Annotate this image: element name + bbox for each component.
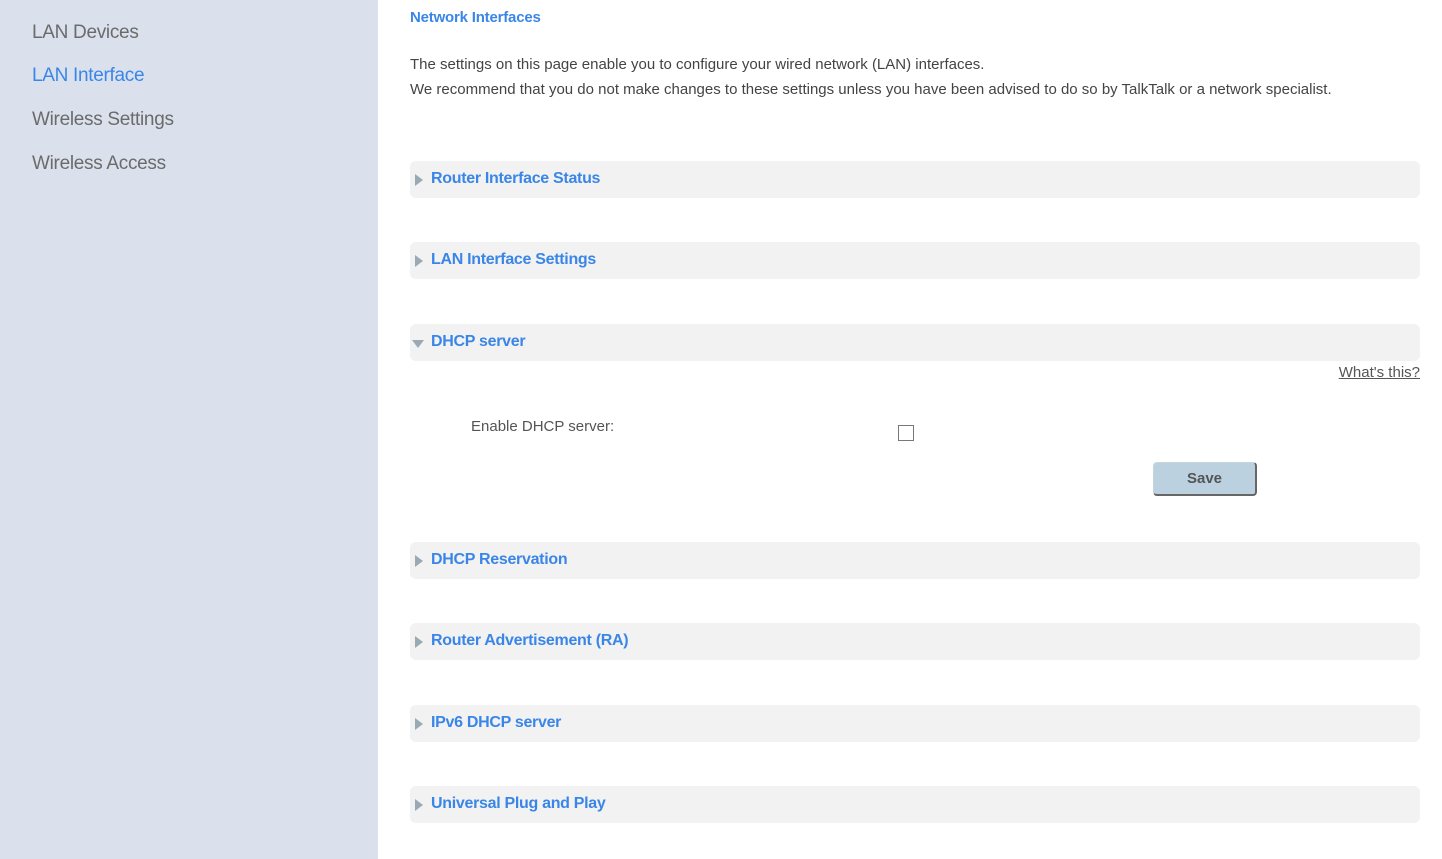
expand-arrow-icon [415, 636, 423, 648]
sidebar: LAN Devices LAN Interface Wireless Setti… [0, 0, 378, 859]
section-router-interface-status[interactable]: Router Interface Status [410, 161, 1420, 198]
section-label: DHCP Reservation [431, 551, 568, 568]
section-universal-plug-and-play[interactable]: Universal Plug and Play [410, 786, 1420, 823]
section-label: Router Interface Status [431, 170, 601, 187]
page-title: Network Interfaces [410, 9, 541, 26]
section-dhcp-server[interactable]: DHCP server [410, 324, 1420, 361]
save-button[interactable]: Save [1153, 462, 1257, 496]
section-router-advertisement[interactable]: Router Advertisement (RA) [410, 623, 1420, 660]
section-label: Router Advertisement (RA) [431, 632, 629, 649]
expand-arrow-icon [415, 718, 423, 730]
sidebar-item-wireless-access[interactable]: Wireless Access [32, 153, 166, 175]
collapse-arrow-icon [412, 340, 424, 348]
section-label: LAN Interface Settings [431, 251, 596, 268]
intro-line-2: We recommend that you do not make change… [410, 81, 1332, 98]
intro-line-1: The settings on this page enable you to … [410, 56, 985, 73]
intro-text: The settings on this page enable you to … [410, 52, 1410, 102]
section-lan-interface-settings[interactable]: LAN Interface Settings [410, 242, 1420, 279]
enable-dhcp-label: Enable DHCP server: [471, 418, 615, 435]
sidebar-item-lan-interface[interactable]: LAN Interface [32, 65, 145, 87]
expand-arrow-icon [415, 555, 423, 567]
section-ipv6-dhcp-server[interactable]: IPv6 DHCP server [410, 705, 1420, 742]
sidebar-item-wireless-settings[interactable]: Wireless Settings [32, 109, 174, 131]
section-label: Universal Plug and Play [431, 795, 606, 812]
expand-arrow-icon [415, 174, 423, 186]
expand-arrow-icon [415, 799, 423, 811]
sidebar-item-lan-devices[interactable]: LAN Devices [32, 22, 139, 44]
section-dhcp-reservation[interactable]: DHCP Reservation [410, 542, 1420, 579]
enable-dhcp-checkbox[interactable] [898, 425, 914, 441]
whats-this-link[interactable]: What's this? [1339, 364, 1420, 381]
section-label: DHCP server [431, 333, 526, 350]
expand-arrow-icon [415, 255, 423, 267]
section-label: IPv6 DHCP server [431, 714, 562, 731]
